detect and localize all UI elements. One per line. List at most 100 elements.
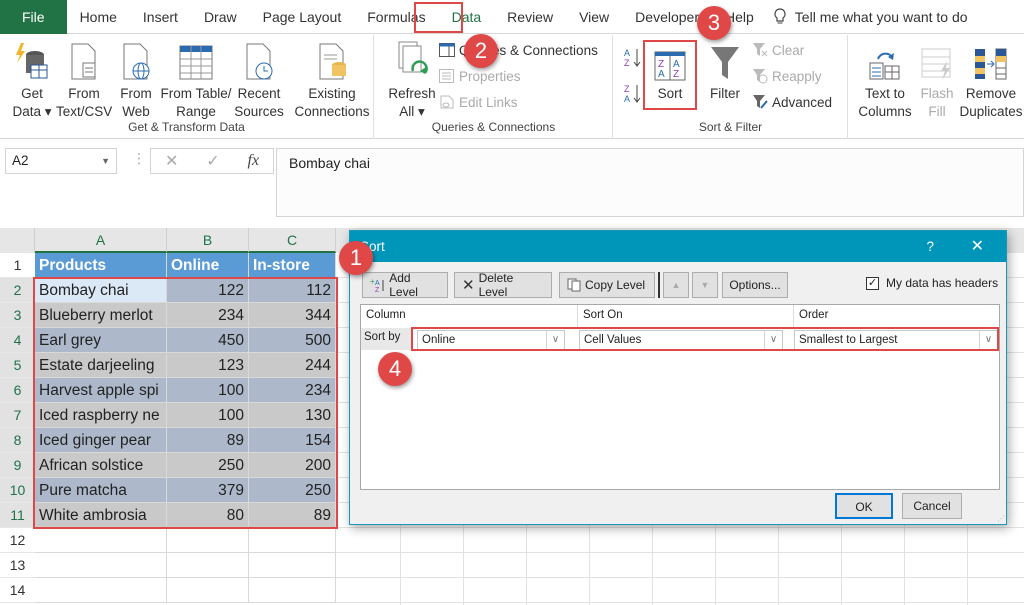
row-header[interactable]: 6: [0, 378, 35, 403]
filter-button[interactable]: Filter: [704, 41, 746, 103]
add-level-label: Add Level: [389, 271, 418, 299]
move-down-button[interactable]: ▼: [692, 272, 718, 298]
get-data-button[interactable]: Get Data ▾: [8, 41, 56, 121]
clear-label: Clear: [772, 42, 805, 58]
empty-cell[interactable]: [35, 578, 167, 603]
row-header[interactable]: 11: [0, 503, 35, 528]
list-header-order: Order: [799, 309, 829, 321]
empty-cell[interactable]: [35, 553, 167, 578]
options-button[interactable]: Options...: [722, 272, 788, 298]
existing-connections-icon: [319, 43, 346, 80]
insert-function-icon[interactable]: fx: [248, 152, 260, 170]
refresh-label1: Refresh: [388, 86, 436, 101]
row-header[interactable]: 2: [0, 278, 35, 303]
row-header[interactable]: 8: [0, 428, 35, 453]
close-button[interactable]: ✕: [971, 231, 984, 262]
empty-cell[interactable]: [167, 578, 249, 603]
move-up-button[interactable]: ▲: [663, 272, 689, 298]
options-label: Options...: [729, 278, 781, 292]
step-badge-1: 1: [339, 241, 373, 275]
svg-text:Z: Z: [375, 287, 380, 293]
resize-grip-icon[interactable]: ⋰: [997, 514, 1005, 523]
get-data-label1: Get: [21, 86, 43, 101]
clear-filter-button[interactable]: Clear: [752, 39, 804, 61]
empty-cell[interactable]: [249, 578, 336, 603]
refresh-all-button[interactable]: Refresh All ▾: [387, 41, 437, 121]
advanced-filter-button[interactable]: Advanced: [752, 91, 832, 113]
from-web-label1: From: [120, 86, 152, 101]
copy-level-button[interactable]: Copy Level: [559, 272, 655, 298]
tab-insert[interactable]: Insert: [130, 0, 191, 34]
cancel-edit-icon[interactable]: ✕: [165, 151, 178, 171]
checkbox-checked-icon[interactable]: ✓: [866, 276, 879, 290]
header-cell[interactable]: Products: [35, 253, 167, 278]
sort-dialog: Sort ? ✕ + A Z Add Level ✕ Delete Level Co…: [349, 230, 1007, 525]
existing-connections-button[interactable]: Existing Connections: [292, 41, 372, 121]
column-header-a[interactable]: A: [35, 228, 167, 253]
edit-links-label: Edit Links: [459, 94, 518, 110]
tab-review[interactable]: Review: [494, 0, 566, 34]
row-header[interactable]: 12: [0, 528, 35, 553]
group-data-tools: Text to Columns Flash Fill Remove Duplic…: [849, 35, 1024, 139]
sort-descending-button[interactable]: ZA: [624, 83, 642, 105]
row-header[interactable]: 4: [0, 328, 35, 353]
flash-fill-button[interactable]: Flash Fill: [917, 41, 957, 121]
svg-text:A: A: [375, 280, 380, 287]
row-header[interactable]: 9: [0, 453, 35, 478]
table-icon: [179, 45, 213, 80]
tab-draw[interactable]: Draw: [191, 0, 250, 34]
formula-input[interactable]: Bombay chai: [276, 148, 1024, 217]
confirm-edit-icon[interactable]: ✓: [206, 151, 219, 171]
row-header[interactable]: 10: [0, 478, 35, 503]
row-header[interactable]: 13: [0, 553, 35, 578]
tab-page-layout[interactable]: Page Layout: [250, 0, 355, 34]
from-table-range-button[interactable]: From Table/ Range: [160, 41, 232, 121]
queries-connections-button[interactable]: Queries & Connections: [439, 39, 598, 61]
dialog-titlebar[interactable]: Sort ? ✕: [350, 231, 1006, 262]
headers-checkbox[interactable]: ✓ My data has headers: [866, 276, 998, 290]
column-header-b[interactable]: B: [167, 228, 249, 253]
row-header[interactable]: 5: [0, 353, 35, 378]
delete-level-button[interactable]: ✕ Delete Level: [454, 271, 552, 299]
properties-button[interactable]: Properties: [439, 65, 521, 87]
advanced-label: Advanced: [772, 94, 833, 110]
add-level-button[interactable]: + A Z Add Level: [362, 271, 448, 299]
from-web-button[interactable]: From Web: [114, 41, 158, 121]
header-cell[interactable]: Online: [167, 253, 249, 278]
column-header-c[interactable]: C: [249, 228, 336, 253]
ok-button[interactable]: OK: [835, 493, 893, 519]
remove-duplicates-label1: Remove: [965, 86, 1017, 101]
cancel-button[interactable]: Cancel: [902, 493, 962, 519]
remove-duplicates-button[interactable]: Remove Duplicates: [959, 41, 1023, 121]
delete-x-icon: ✕: [462, 277, 475, 294]
empty-cell[interactable]: [249, 553, 336, 578]
name-box[interactable]: A2 ▼: [5, 148, 117, 174]
delete-level-label: Delete Level: [478, 271, 514, 299]
recent-sources-label2: Sources: [234, 104, 284, 119]
empty-cell[interactable]: [167, 528, 249, 553]
empty-cell[interactable]: [167, 553, 249, 578]
flash-fill-label2: Fill: [928, 104, 946, 119]
row-header[interactable]: 7: [0, 403, 35, 428]
tab-view[interactable]: View: [566, 0, 622, 34]
edit-links-button[interactable]: Edit Links: [439, 91, 518, 113]
text-to-columns-button[interactable]: Text to Columns: [855, 41, 915, 121]
tell-me-search[interactable]: Tell me what you want to do: [767, 7, 968, 26]
text-file-icon: [71, 43, 96, 80]
empty-cell[interactable]: [249, 528, 336, 553]
from-text-csv-button[interactable]: From Text/CSV: [56, 41, 112, 121]
tab-home[interactable]: Home: [67, 0, 130, 34]
name-box-dropdown-icon[interactable]: ▼: [101, 153, 110, 169]
row-header[interactable]: 1: [0, 253, 35, 278]
flash-fill-label1: Flash: [920, 86, 954, 101]
tab-file[interactable]: File: [0, 0, 67, 34]
sort-ascending-button[interactable]: AZ: [624, 47, 642, 69]
header-cell[interactable]: In-store: [249, 253, 336, 278]
help-button[interactable]: ?: [926, 231, 934, 262]
row-header[interactable]: 3: [0, 303, 35, 328]
empty-cell[interactable]: [35, 528, 167, 553]
recent-sources-button[interactable]: Recent Sources: [232, 41, 286, 121]
reapply-button[interactable]: Reapply: [752, 65, 822, 87]
select-all-corner[interactable]: [0, 228, 35, 253]
row-header[interactable]: 14: [0, 578, 35, 603]
